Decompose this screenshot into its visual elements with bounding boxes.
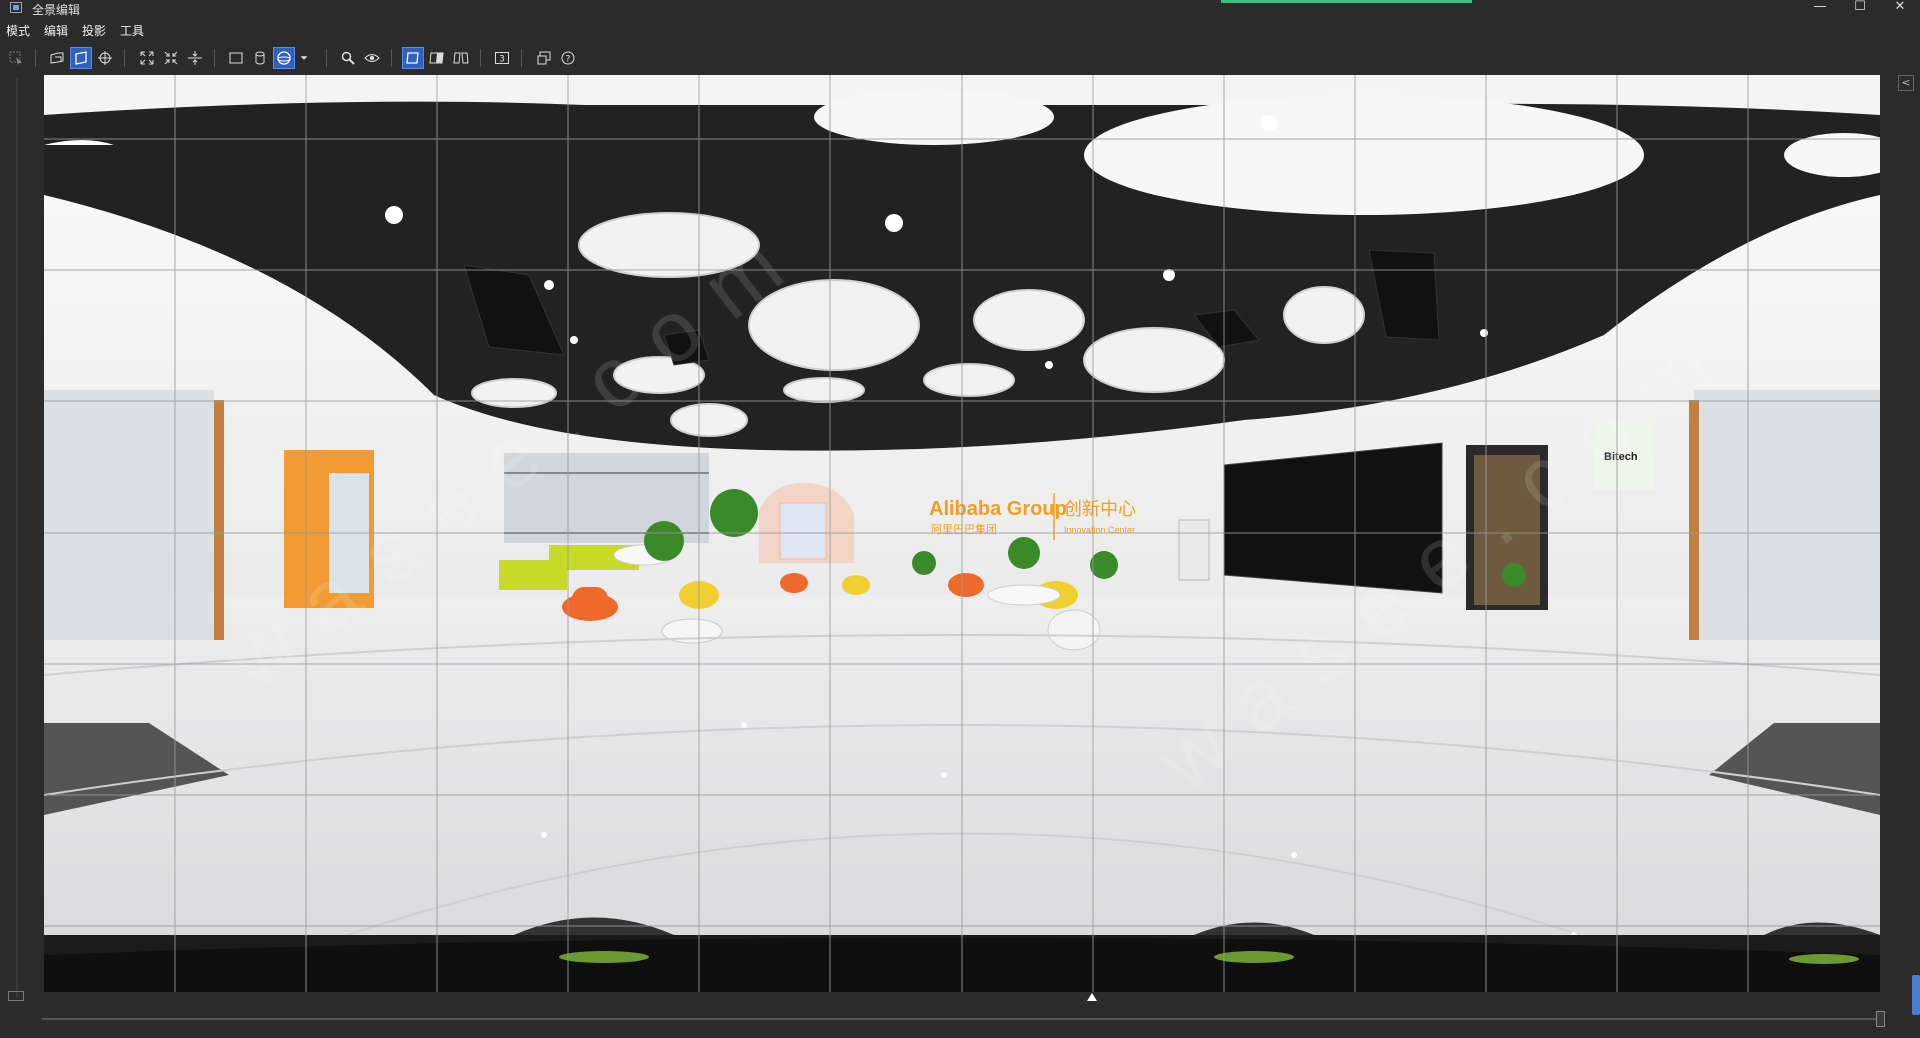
- vertical-slider-handle[interactable]: [8, 991, 24, 1001]
- expand-icon[interactable]: [136, 47, 158, 69]
- menu-edit[interactable]: 编辑: [44, 22, 68, 39]
- minimize-button[interactable]: —: [1800, 0, 1840, 16]
- vertical-slider-track[interactable]: [16, 78, 18, 998]
- toolbar: 3 ?: [0, 45, 1920, 71]
- horizontal-slider-track[interactable]: [42, 1018, 1882, 1020]
- center-marker-icon: [1087, 993, 1097, 1001]
- sphere-icon[interactable]: [273, 47, 295, 69]
- menu-tools[interactable]: 工具: [120, 22, 144, 39]
- shrink-icon[interactable]: [160, 47, 182, 69]
- rectilinear-icon[interactable]: [225, 47, 247, 69]
- sign-brand-text: Alibaba Group: [929, 498, 1067, 520]
- side-panel-edge[interactable]: [1912, 975, 1920, 1015]
- menu-projection[interactable]: 投影: [82, 22, 106, 39]
- perspective-plane-icon[interactable]: [46, 47, 68, 69]
- panorama-image: Alibaba Group 阿里巴巴集团 创新中心 Innovation Cen…: [44, 75, 1880, 992]
- sign-center-en-text: Innovation Center: [1064, 525, 1135, 535]
- menu-mode[interactable]: 模式: [6, 22, 30, 39]
- horizon-icon[interactable]: [184, 47, 206, 69]
- cylinder-icon[interactable]: [249, 47, 271, 69]
- search-icon[interactable]: [337, 47, 359, 69]
- sign-brand-cn-text: 阿里巴巴集团: [931, 522, 997, 536]
- horizontal-slider-handle[interactable]: [1876, 1011, 1885, 1027]
- panorama-viewport[interactable]: Alibaba Group 阿里巴巴集团 创新中心 Innovation Cen…: [44, 75, 1880, 992]
- view-split-icon[interactable]: [426, 47, 448, 69]
- progress-strip: [1221, 0, 1472, 3]
- close-button[interactable]: ✕: [1880, 0, 1920, 16]
- chevron-down-icon[interactable]: [297, 47, 311, 69]
- badge-3-icon[interactable]: 3: [491, 47, 513, 69]
- view-single-icon[interactable]: [402, 47, 424, 69]
- window-title: 全景编辑: [32, 3, 81, 17]
- badge-3-text: 3: [499, 55, 505, 65]
- app-icon: [10, 2, 22, 13]
- select-arrow-icon[interactable]: [5, 47, 27, 69]
- help-text: ?: [566, 55, 571, 65]
- help-icon[interactable]: ?: [557, 47, 579, 69]
- eye-icon[interactable]: [361, 47, 383, 69]
- title-bar: 全景编辑 — ☐ ✕: [0, 0, 1920, 17]
- window-icon[interactable]: [533, 47, 555, 69]
- menu-bar: 模式 编辑 投影 工具: [0, 22, 1920, 40]
- maximize-button[interactable]: ☐: [1840, 0, 1880, 16]
- view-mirror-icon[interactable]: [450, 47, 472, 69]
- warp-plane-icon[interactable]: [70, 47, 92, 69]
- sign-center-cn-text: 创新中心: [1064, 499, 1136, 520]
- collapse-panel-button[interactable]: <: [1898, 75, 1914, 91]
- crosshair-icon[interactable]: [94, 47, 116, 69]
